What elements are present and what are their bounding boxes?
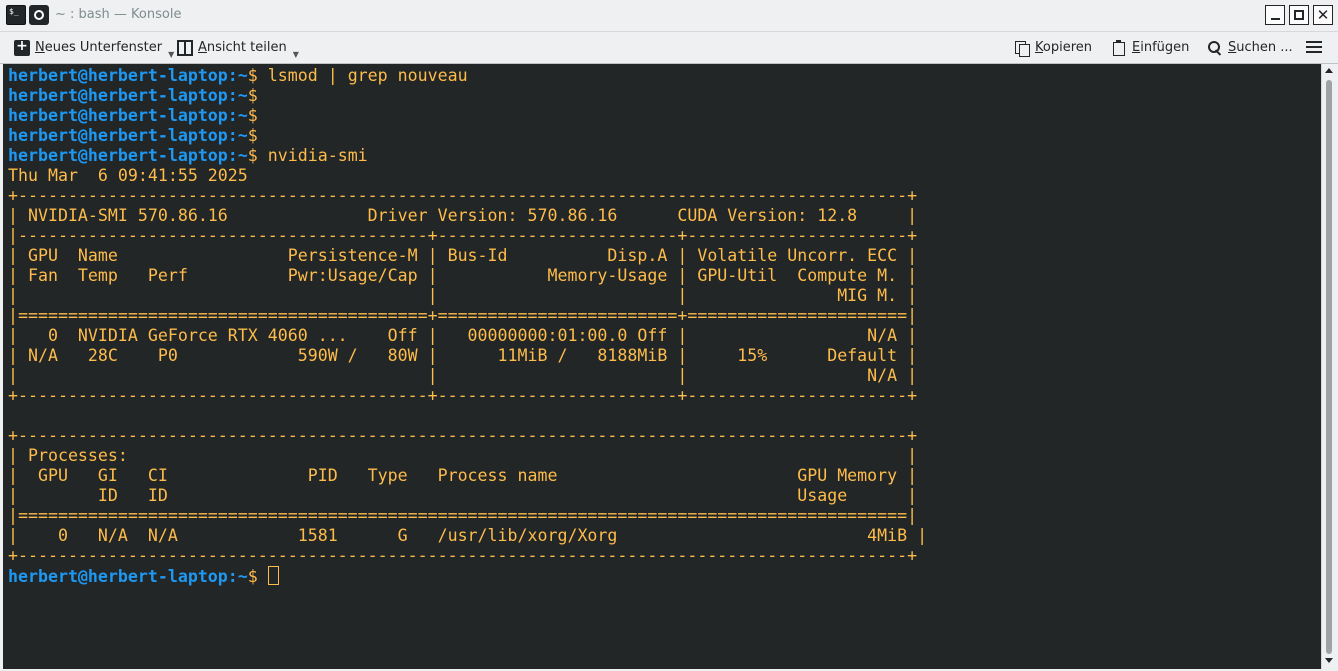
minimize-button[interactable] — [1265, 5, 1285, 25]
title-bar[interactable]: $_ ~ : bash — Konsole ✕ — [0, 0, 1338, 32]
prompt-symbol: $ — [247, 106, 258, 125]
output-line: | 0 NVIDIA GeForce RTX 4060 ... Off | 00… — [8, 326, 918, 345]
new-tab-icon — [14, 38, 30, 56]
output-line: | GPU GI CI PID Type Process name GPU Me… — [8, 466, 918, 485]
prompt-user-host: herbert@herbert-laptop — [8, 106, 228, 125]
prompt-user-host: herbert@herbert-laptop — [8, 86, 228, 105]
paste-icon — [1111, 39, 1127, 56]
prompt-line: herbert@herbert-laptop:~$ — [8, 86, 258, 105]
split-view-icon — [177, 39, 193, 56]
dropdown-arrow-icon[interactable]: ▼ — [293, 50, 299, 59]
output-line: | ID ID Usage | — [8, 486, 918, 505]
output-line: +---------------------------------------… — [8, 546, 918, 565]
maximize-button[interactable] — [1289, 5, 1309, 25]
command-text: nvidia-smi — [257, 146, 368, 165]
prompt-symbol: $ — [247, 66, 258, 85]
prompt-user-host: herbert@herbert-laptop — [8, 567, 228, 586]
output-line: |=======================================… — [8, 306, 918, 325]
prompt-symbol: $ — [247, 126, 258, 145]
prompt-path: :~ — [227, 146, 248, 165]
command-text: lsmod | grep nouveau — [257, 66, 468, 85]
terminal-app-icon[interactable]: $_ — [6, 5, 26, 25]
search-icon — [1207, 40, 1223, 56]
prompt-user-host: herbert@herbert-laptop — [8, 146, 228, 165]
paste-label: Einfügen — [1132, 40, 1190, 55]
prompt-symbol: $ — [247, 86, 258, 105]
output-line: |---------------------------------------… — [8, 226, 918, 245]
terminal-output[interactable]: herbert@herbert-laptop:~$ lsmod | grep n… — [8, 66, 927, 587]
prompt-line: herbert@herbert-laptop:~$ — [8, 126, 258, 145]
text-cursor — [267, 566, 279, 585]
split-view-label: Ansicht teilen — [198, 40, 287, 55]
output-line: | NVIDIA-SMI 570.86.16 Driver Version: 5… — [8, 206, 918, 225]
copy-icon — [1014, 40, 1030, 57]
hamburger-menu-icon — [1306, 40, 1322, 56]
split-view-button[interactable]: Ansicht teilen ▼ — [177, 32, 299, 63]
output-line: +---------------------------------------… — [8, 426, 918, 445]
output-line: Thu Mar 6 09:41:55 2025 — [8, 166, 248, 185]
find-button[interactable]: Suchen ... — [1207, 32, 1293, 63]
new-tab-button[interactable]: Neues Unterfenster ▼ — [14, 32, 174, 63]
prompt-line: herbert@herbert-laptop:~$ nvidia-smi — [8, 146, 368, 165]
prompt-symbol: $ — [247, 567, 258, 586]
close-icon: ✕ — [1316, 6, 1330, 24]
scroll-down-arrow-icon[interactable] — [1325, 658, 1333, 663]
scrollbar[interactable] — [1321, 64, 1336, 669]
toolbar: Neues Unterfenster ▼ Ansicht teilen ▼ Ko… — [0, 32, 1338, 64]
output-line: | 0 N/A N/A 1581 G /usr/lib/xorg/Xorg 4M… — [8, 526, 928, 545]
output-line: | Processes: | — [8, 446, 918, 465]
prompt-line: herbert@herbert-laptop:~$ lsmod | grep n… — [8, 66, 468, 85]
prompt-path: :~ — [227, 106, 248, 125]
prompt-line: herbert@herbert-laptop:~$ — [8, 566, 279, 586]
output-line: | N/A 28C P0 590W / 80W | 11MiB / 8188Mi… — [8, 346, 918, 365]
hamburger-menu-button[interactable] — [1306, 32, 1327, 63]
scrollbar-thumb[interactable] — [1326, 80, 1332, 654]
find-label: Suchen ... — [1228, 40, 1293, 55]
output-line: |=======================================… — [8, 506, 918, 525]
copy-button[interactable]: Kopieren — [1014, 32, 1092, 63]
window-title: ~ : bash — Konsole — [55, 7, 182, 22]
scroll-up-arrow-icon[interactable] — [1325, 68, 1333, 73]
output-line: +---------------------------------------… — [8, 386, 918, 405]
new-tab-label: Neues Unterfenster — [35, 40, 163, 55]
prompt-path: :~ — [227, 66, 248, 85]
paste-button[interactable]: Einfügen — [1111, 32, 1189, 63]
prompt-path: :~ — [227, 126, 248, 145]
copy-label: Kopieren — [1035, 40, 1093, 55]
output-line: | | | MIG M. | — [8, 286, 918, 305]
prompt-path: :~ — [227, 86, 248, 105]
output-line: | GPU Name Persistence-M | Bus-Id Disp.A… — [8, 246, 918, 265]
prompt-symbol: $ — [247, 146, 258, 165]
output-line: | | | N/A | — [8, 366, 918, 385]
prompt-line: herbert@herbert-laptop:~$ — [8, 106, 258, 125]
dropdown-arrow-icon[interactable]: ▼ — [168, 50, 174, 59]
konsole-window: $_ ~ : bash — Konsole ✕ Neues Unterfenst… — [0, 0, 1338, 671]
output-line: +---------------------------------------… — [8, 186, 918, 205]
pin-icon[interactable] — [29, 5, 49, 25]
output-line: | Fan Temp Perf Pwr:Usage/Cap | Memory-U… — [8, 266, 918, 285]
prompt-user-host: herbert@herbert-laptop — [8, 66, 228, 85]
prompt-path: :~ — [227, 567, 248, 586]
prompt-user-host: herbert@herbert-laptop — [8, 126, 228, 145]
terminal-view[interactable]: herbert@herbert-laptop:~$ lsmod | grep n… — [3, 64, 1321, 669]
close-button[interactable]: ✕ — [1313, 5, 1333, 25]
